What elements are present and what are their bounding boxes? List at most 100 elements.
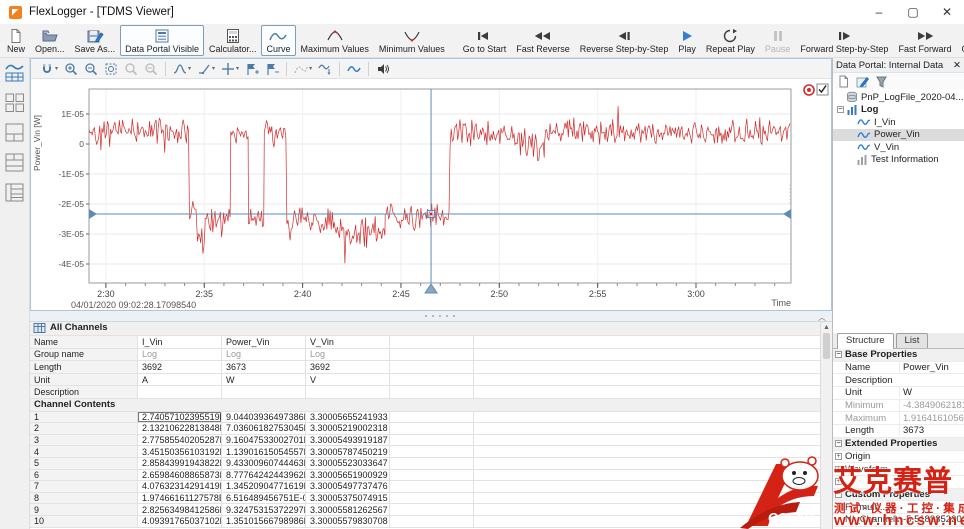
table-cell[interactable]: 7.03606182753045E-06 <box>222 423 306 434</box>
forward-step-by-step-button[interactable]: Forward Step-by-Step <box>795 25 893 56</box>
table-cell[interactable] <box>390 516 474 527</box>
table-cell[interactable] <box>390 504 474 515</box>
table-cell[interactable]: 3692 <box>306 361 390 373</box>
dropdown-arrow-icon[interactable]: ▾ <box>212 65 215 72</box>
table-cell[interactable]: 3.45150356103192E-06 <box>138 446 222 457</box>
maximum-values-button[interactable]: Maximum Values <box>296 25 374 56</box>
reverse-step-by-step-button[interactable]: Reverse Step-by-Step <box>575 25 674 56</box>
table-cell[interactable]: 3.30005219002318 <box>306 423 390 434</box>
table-cell[interactable] <box>390 412 474 423</box>
tree-item-pnp-logfile-2020-04[interactable]: PnP_LogFile_2020-04... <box>833 91 964 104</box>
dropdown-arrow-icon[interactable]: ▾ <box>236 65 239 72</box>
data-portal-visible-button[interactable]: Data Portal Visible <box>120 25 204 56</box>
table-cell[interactable]: 2.13210622813848E-06 <box>138 423 222 434</box>
tree-item-power-vin[interactable]: Power_Vin <box>833 129 964 142</box>
go-to-start-button[interactable]: Go to Start <box>458 25 512 56</box>
table-cell[interactable]: W <box>222 374 306 386</box>
tree-item-test-information[interactable]: Test Information <box>833 154 964 167</box>
table-cell[interactable]: 3.30005655241933 <box>306 412 390 423</box>
table-cell[interactable]: Log <box>222 349 306 361</box>
table-cell[interactable]: 9.04403936497386E-06 <box>222 412 306 423</box>
chart-tool-magnet-icon[interactable]: ▾ <box>40 62 58 76</box>
split-bottom-view-icon[interactable] <box>4 122 26 144</box>
property-value[interactable]: -5.51888522012... <box>899 514 964 525</box>
table-cell[interactable]: 1.97466161127578E-06 <box>138 493 222 504</box>
table-cell[interactable] <box>390 481 474 492</box>
chart-tool-zoom-fit-icon[interactable] <box>104 62 118 76</box>
minimize-button[interactable]: – <box>862 0 896 24</box>
chart-tool-wave-down-icon[interactable] <box>318 62 332 76</box>
chart-tool-cross-icon[interactable]: ▾ <box>221 62 239 76</box>
tab-list[interactable]: List <box>896 333 929 348</box>
calculator-button[interactable]: Calculator... <box>204 25 262 56</box>
property-value[interactable]: -4.38490621811... <box>899 400 964 411</box>
table-cell[interactable]: 2.82563498412586E-06 <box>138 504 222 515</box>
table-cell[interactable]: 3.30005497737476 <box>306 481 390 492</box>
chart-tool-zoom-in-icon[interactable] <box>64 62 78 76</box>
scrollbar-thumb[interactable] <box>823 333 830 359</box>
grid-2x2-view-icon[interactable] <box>4 92 26 114</box>
table-cell[interactable]: 2.65984608865873E-06 <box>138 470 222 481</box>
mixed-panes-view-icon[interactable] <box>4 152 26 174</box>
table-cell[interactable]: 1.35101566798986E-05 <box>222 516 306 527</box>
chart-tool-bell-icon[interactable]: ▾ <box>173 62 191 76</box>
table-cell[interactable]: 3.30005787450219 <box>306 446 390 457</box>
scroll-up-icon[interactable]: ▲ <box>821 324 832 331</box>
tree-item-i-vin[interactable]: I_Vin <box>833 116 964 129</box>
dropdown-arrow-icon[interactable]: ▾ <box>188 65 191 72</box>
dropdown-arrow-icon[interactable]: ▾ <box>55 65 58 72</box>
table-cell[interactable]: 3.30005375074915 <box>306 493 390 504</box>
cursor-left-arrow-icon[interactable] <box>89 209 97 219</box>
table-cell[interactable]: 9.32475315372297E-06 <box>222 504 306 515</box>
filter-icon[interactable] <box>875 75 888 88</box>
minimum-values-button[interactable]: Minimum Values <box>374 25 450 56</box>
table-cell[interactable]: V <box>306 374 390 386</box>
table-cell[interactable]: 9.16047533002701E-06 <box>222 435 306 446</box>
table-cell[interactable] <box>390 386 474 398</box>
expander-minus-icon[interactable]: − <box>835 351 842 358</box>
table-cell[interactable] <box>390 349 474 361</box>
play-button[interactable]: Play <box>673 25 701 56</box>
expander-plus-icon[interactable]: + <box>835 453 842 460</box>
property-value[interactable]: 3673 <box>899 425 964 436</box>
chart-tool-flag-minus-icon[interactable] <box>265 62 279 76</box>
table-cell[interactable]: 4.09391765037102E-06 <box>138 516 222 527</box>
fast-reverse-button[interactable]: Fast Reverse <box>511 25 575 56</box>
table-cell[interactable] <box>390 470 474 481</box>
table-cell[interactable]: I_Vin <box>138 336 222 348</box>
table-cell[interactable]: A <box>138 374 222 386</box>
tree-item-log[interactable]: −Log <box>833 104 964 117</box>
maximize-button[interactable]: ▢ <box>896 0 930 24</box>
chart-tool-zoom-box-icon[interactable] <box>124 62 138 76</box>
list-view-icon[interactable] <box>4 182 26 204</box>
dropdown-arrow-icon[interactable]: ▾ <box>309 65 312 72</box>
table-cell[interactable]: 3.30005579830708 <box>306 516 390 527</box>
table-cell[interactable]: 2.74057102395519E-06 <box>138 412 222 423</box>
chart-tool-fit-icon[interactable]: ▾ <box>294 62 312 76</box>
chart-tool-zoom-out-icon[interactable] <box>84 62 98 76</box>
table-cell[interactable]: Log <box>138 349 222 361</box>
table-cell[interactable]: 2.85843991943822E-06 <box>138 458 222 469</box>
table-cell[interactable]: 3.30005493919187 <box>306 435 390 446</box>
expander-minus-icon[interactable]: − <box>835 440 842 447</box>
table-cell[interactable]: 3692 <box>138 361 222 373</box>
table-scrollbar[interactable]: ▲ <box>820 322 832 529</box>
table-cell[interactable] <box>390 423 474 434</box>
table-cell[interactable] <box>390 361 474 373</box>
table-cell[interactable]: 1.13901615054557E-05 <box>222 446 306 457</box>
table-cell[interactable]: Log <box>306 349 390 361</box>
go-to-end-button[interactable]: Go to End <box>956 25 964 56</box>
table-cell[interactable] <box>222 386 306 398</box>
property-value[interactable]: 1.916416105670... <box>899 413 964 424</box>
table-cell[interactable] <box>390 336 474 348</box>
property-value[interactable]: W <box>899 387 964 398</box>
table-cell[interactable]: 4.07632314291419E-06 <box>138 481 222 492</box>
table-cell[interactable]: 3.30005651900929 <box>306 470 390 481</box>
table-cell[interactable]: 2.77585540205287E-06 <box>138 435 222 446</box>
property-value[interactable]: Power_Vin <box>899 362 964 373</box>
new-button[interactable]: New <box>2 25 30 56</box>
new-file-icon[interactable] <box>837 75 850 88</box>
open-button[interactable]: Open... <box>30 25 70 56</box>
table-cell[interactable]: 6.516489456751E-06 <box>222 493 306 504</box>
chart-tool-slope-icon[interactable]: ▾ <box>197 62 215 76</box>
